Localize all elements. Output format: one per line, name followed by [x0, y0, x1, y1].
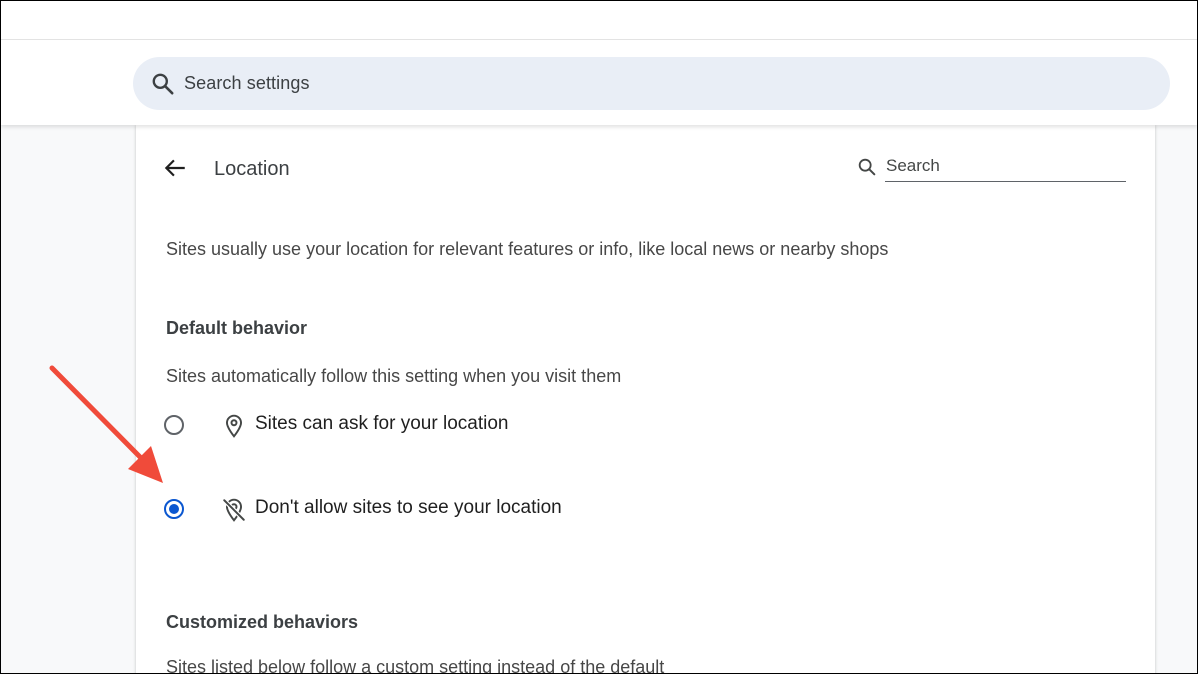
radio-block-location[interactable]	[164, 499, 184, 519]
arrow-back-icon[interactable]	[162, 155, 188, 181]
search-settings-placeholder: Search settings	[184, 73, 310, 93]
site-search-input[interactable]	[885, 153, 1126, 182]
location-settings-panel: Location Sites usually use your location…	[136, 125, 1155, 674]
settings-window: Search settings Location Sites usually u…	[0, 0, 1198, 674]
option-block-location-label: Don't allow sites to see your location	[255, 497, 562, 518]
location-pin-icon	[225, 414, 243, 438]
location-off-icon	[222, 498, 246, 522]
search-icon	[152, 73, 174, 95]
site-search	[856, 153, 1126, 182]
customized-behaviors-heading: Customized behaviors	[166, 612, 359, 632]
option-allow-ask-location[interactable]: Sites can ask for your location	[164, 411, 764, 445]
page-description: Sites usually use your location for rele…	[166, 239, 889, 259]
page-title: Location	[214, 158, 290, 180]
customized-behaviors-subtext: Sites listed below follow a custom setti…	[166, 657, 665, 674]
default-behavior-heading: Default behavior	[166, 318, 308, 338]
search-icon	[858, 158, 876, 176]
option-allow-ask-label: Sites can ask for your location	[255, 413, 509, 434]
default-behavior-subtext: Sites automatically follow this setting …	[166, 366, 622, 386]
settings-header: Search settings	[1, 1, 1197, 125]
radio-allow-ask[interactable]	[164, 415, 184, 435]
option-block-location[interactable]: Don't allow sites to see your location	[164, 495, 764, 529]
search-settings-box[interactable]: Search settings	[133, 57, 1170, 110]
header-divider	[1, 39, 1197, 40]
